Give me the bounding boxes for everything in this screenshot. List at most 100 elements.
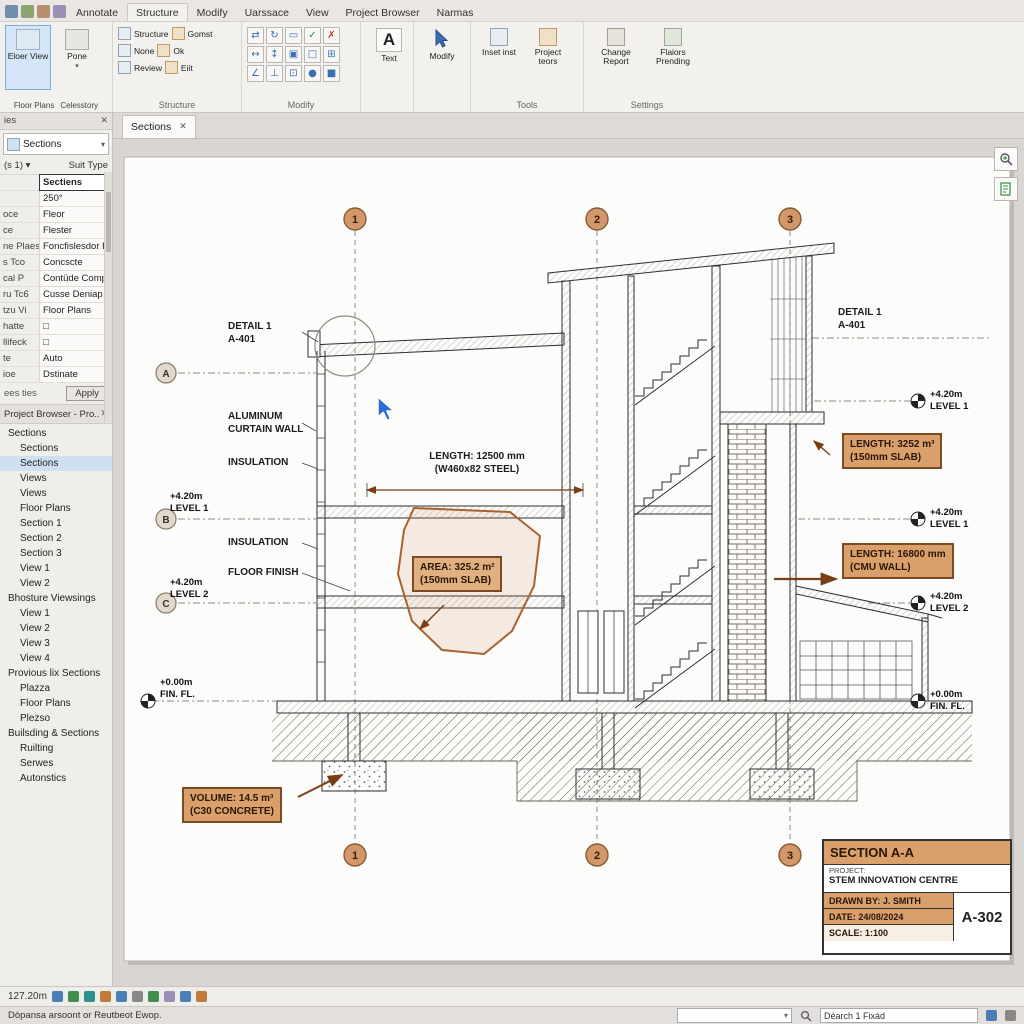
crop-toggle-icon[interactable] xyxy=(100,991,111,1002)
text-button[interactable]: A Text xyxy=(366,25,412,88)
prop-value[interactable]: Contüde Comp xyxy=(39,271,112,286)
grid-toggle-icon[interactable] xyxy=(52,991,63,1002)
tab-narmas[interactable]: Narmas xyxy=(429,4,482,21)
tree-item[interactable]: Plezso xyxy=(0,711,112,726)
move-h-icon[interactable]: ↔ xyxy=(247,46,264,63)
prop-value[interactable]: Auto xyxy=(39,351,112,366)
celesstory-caption[interactable]: Celesstory xyxy=(60,101,98,110)
prop-value[interactable]: Foncfislesdor F xyxy=(39,239,112,254)
prop-value[interactable]: Sectiens xyxy=(39,174,112,191)
structure-button[interactable]: Structure Gomst xyxy=(118,25,236,42)
close-icon[interactable]: ✕ xyxy=(100,116,108,126)
pone-button[interactable]: Pone ▾ xyxy=(54,25,100,90)
prop-checkbox[interactable]: □ xyxy=(39,319,112,334)
split-icon[interactable]: ⊞ xyxy=(323,46,340,63)
reveal-toggle-icon[interactable] xyxy=(132,991,143,1002)
tree-item[interactable]: View 2 xyxy=(0,576,112,591)
rectangle-icon[interactable]: ▭ xyxy=(285,27,302,44)
prop-value[interactable]: Floor Plans xyxy=(39,303,112,318)
change-report-button[interactable]: Change Report xyxy=(589,25,643,88)
editable-only-icon[interactable] xyxy=(986,1010,997,1021)
prop-value[interactable]: Concscte xyxy=(39,255,112,270)
tree-item[interactable]: Autonstics xyxy=(0,771,112,786)
print-icon[interactable] xyxy=(37,5,50,18)
tree-item[interactable]: Views xyxy=(0,471,112,486)
tree-item[interactable]: View 1 xyxy=(0,561,112,576)
swap-icon[interactable]: ⇄ xyxy=(247,27,264,44)
tree-item[interactable]: Sections xyxy=(0,426,112,441)
tree-item[interactable]: Bhosture Viewsings xyxy=(0,591,112,606)
tab-uarssace[interactable]: Uarssace xyxy=(237,4,297,21)
trim-icon[interactable]: ⊡ xyxy=(285,65,302,82)
tab-structure[interactable]: Structure xyxy=(127,3,188,21)
tab-project-browser[interactable]: Project Browser xyxy=(338,4,428,21)
tab-view[interactable]: View xyxy=(298,4,337,21)
prop-value[interactable]: Flester xyxy=(39,223,112,238)
tab-annotate[interactable]: Annotate xyxy=(68,4,126,21)
prop-value[interactable]: Dstinate xyxy=(39,367,112,382)
angle-icon[interactable]: ∠ xyxy=(247,65,264,82)
save-icon[interactable] xyxy=(21,5,34,18)
close-icon[interactable]: ✕ xyxy=(179,122,187,132)
grid-bubble-2-bottom[interactable]: 2 xyxy=(594,850,600,862)
tree-item[interactable]: Provious lix Sections xyxy=(0,666,112,681)
type-selector[interactable]: Sections ▾ xyxy=(3,133,109,155)
sun-toggle-icon[interactable] xyxy=(148,991,159,1002)
prop-value[interactable]: Cusse Deniap xyxy=(39,287,112,302)
prop-checkbox[interactable]: □ xyxy=(39,335,112,350)
app-menu-icon[interactable] xyxy=(5,5,18,18)
tree-item[interactable]: Floor Plans xyxy=(0,501,112,516)
inset-inst-button[interactable]: Inset inst xyxy=(476,25,522,88)
edit-type-button[interactable]: Suit Type xyxy=(69,160,108,171)
tab-modify[interactable]: Modify xyxy=(189,4,236,21)
tree-item[interactable]: Plazza xyxy=(0,681,112,696)
tree-item[interactable]: View 1 xyxy=(0,606,112,621)
grid-bubble-3-bottom[interactable]: 3 xyxy=(787,850,793,862)
grid-bubble-2[interactable]: 2 xyxy=(594,214,600,226)
tree-item[interactable]: View 2 xyxy=(0,621,112,636)
floor-plans-caption[interactable]: Floor Plans xyxy=(14,101,54,110)
finish-check-icon[interactable]: ✓ xyxy=(304,27,321,44)
tree-item[interactable]: Section 1 xyxy=(0,516,112,531)
flaiors-prending-button[interactable]: Flaiors Prending xyxy=(646,25,700,88)
row-bubble-c[interactable]: C xyxy=(162,599,169,610)
grid-bubble-1-bottom[interactable]: 1 xyxy=(352,850,358,862)
array-icon[interactable]: ▣ xyxy=(285,46,302,63)
selection-count[interactable]: (s 1) ▾ xyxy=(4,160,30,171)
drawing-area[interactable]: 1 2 3 1 2 3 A B C xyxy=(112,139,1024,987)
tree-item[interactable]: View 3 xyxy=(0,636,112,651)
tree-item[interactable]: Serwes xyxy=(0,756,112,771)
undo-icon[interactable] xyxy=(53,5,66,18)
shadow-toggle-icon[interactable] xyxy=(116,991,127,1002)
worksets-icon[interactable] xyxy=(164,991,175,1002)
area-note[interactable]: AREA: 325.2 m²(150mm SLAB) xyxy=(412,556,502,592)
workset-dropdown[interactable]: ▾ xyxy=(677,1008,792,1023)
ortho-toggle-icon[interactable] xyxy=(84,991,95,1002)
sees-ties-link[interactable]: ees ties xyxy=(4,388,37,399)
snap-toggle-icon[interactable] xyxy=(68,991,79,1002)
grid-bubble-3[interactable]: 3 xyxy=(787,214,793,226)
eloer-view-button[interactable]: Eloer View xyxy=(5,25,51,90)
prop-value[interactable]: 250° xyxy=(39,191,112,206)
row-bubble-a[interactable]: A xyxy=(162,369,169,380)
zoom-button[interactable] xyxy=(994,147,1018,171)
move-v-icon[interactable]: ↕ xyxy=(266,46,283,63)
cancel-x-icon[interactable]: ✗ xyxy=(323,27,340,44)
row-bubble-b[interactable]: B xyxy=(162,515,169,526)
grid-bubble-1[interactable]: 1 xyxy=(352,214,358,226)
tree-item[interactable]: Builsding & Sections xyxy=(0,726,112,741)
status-search-input[interactable] xyxy=(820,1008,978,1023)
tree-item[interactable]: Sections xyxy=(0,441,112,456)
apply-button[interactable]: Apply xyxy=(66,386,108,401)
tree-item[interactable]: Section 3 xyxy=(0,546,112,561)
tree-item[interactable]: View 4 xyxy=(0,651,112,666)
prop-value[interactable]: Fleor xyxy=(39,207,112,222)
properties-scrollbar[interactable] xyxy=(104,172,112,422)
select-settings-icon[interactable] xyxy=(1005,1010,1016,1021)
project-teors-button[interactable]: Project teors xyxy=(525,25,571,88)
rotate-icon[interactable]: ↻ xyxy=(266,27,283,44)
box-icon[interactable]: □ xyxy=(304,46,321,63)
tree-item[interactable]: Section 2 xyxy=(0,531,112,546)
link-icon[interactable] xyxy=(180,991,191,1002)
review-button[interactable]: Review Eiit xyxy=(118,59,236,76)
